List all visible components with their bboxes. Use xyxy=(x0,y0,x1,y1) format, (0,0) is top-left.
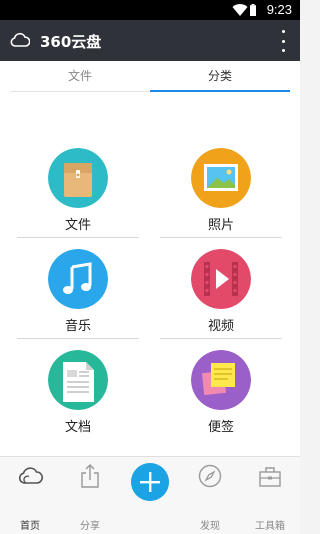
category-photos[interactable]: 照片 xyxy=(160,148,282,248)
video-icon xyxy=(191,249,251,309)
category-grid: 文件 照片 音乐 视频 文档 便签 xyxy=(0,92,300,456)
tab-label: 文件 xyxy=(67,69,92,83)
category-label: 文档 xyxy=(64,420,91,435)
nav-label: 发现 xyxy=(200,521,220,532)
divider xyxy=(17,338,139,339)
share-icon xyxy=(81,464,99,488)
category-label: 照片 xyxy=(207,218,234,233)
add-button[interactable] xyxy=(131,463,169,501)
category-videos[interactable]: 视频 xyxy=(160,249,282,349)
category-music[interactable]: 音乐 xyxy=(17,249,139,349)
app-bar: 360云盘 xyxy=(0,20,300,61)
tab-bar: 文件 分类 xyxy=(0,61,300,92)
cloud-logo-icon xyxy=(10,32,30,47)
more-options-button[interactable] xyxy=(280,30,286,52)
music-icon xyxy=(48,249,108,309)
tab-categories[interactable]: 分类 xyxy=(150,61,290,92)
compass-icon xyxy=(198,464,222,488)
category-documents[interactable]: 文档 xyxy=(17,350,139,450)
dot-icon xyxy=(281,30,285,33)
cloud-icon xyxy=(18,467,43,484)
status-time: 9:23 xyxy=(266,2,292,17)
note-icon xyxy=(191,350,251,410)
folder-icon xyxy=(48,148,108,208)
bottom-navigation: 首页 分享 发现 工具箱 xyxy=(0,456,300,534)
category-label: 便签 xyxy=(207,420,234,435)
category-label: 视频 xyxy=(207,319,234,334)
nav-discover[interactable]: 发现 xyxy=(180,457,240,534)
app-title: 360云盘 xyxy=(40,33,102,51)
divider xyxy=(17,237,139,238)
battery-icon xyxy=(250,4,256,16)
tab-label: 分类 xyxy=(207,69,232,83)
photo-icon xyxy=(191,148,251,208)
tab-files[interactable]: 文件 xyxy=(10,61,150,92)
dot-icon xyxy=(281,39,285,43)
category-label: 音乐 xyxy=(64,319,91,334)
nav-label: 首页 xyxy=(20,521,40,532)
divider xyxy=(160,237,282,238)
category-label: 文件 xyxy=(64,218,91,233)
nav-label: 工具箱 xyxy=(255,521,285,532)
toolbox-icon xyxy=(259,467,281,487)
category-notes[interactable]: 便签 xyxy=(160,350,282,450)
nav-share[interactable]: 分享 xyxy=(60,457,120,534)
nav-home[interactable]: 首页 xyxy=(0,457,60,534)
document-icon xyxy=(48,350,108,410)
nav-label: 分享 xyxy=(80,521,100,532)
divider xyxy=(160,338,282,339)
nav-toolbox[interactable]: 工具箱 xyxy=(240,457,300,534)
wifi-icon xyxy=(232,4,248,17)
dot-icon xyxy=(281,49,285,52)
status-bar: 9:23 xyxy=(0,0,300,20)
category-files[interactable]: 文件 xyxy=(17,148,139,248)
